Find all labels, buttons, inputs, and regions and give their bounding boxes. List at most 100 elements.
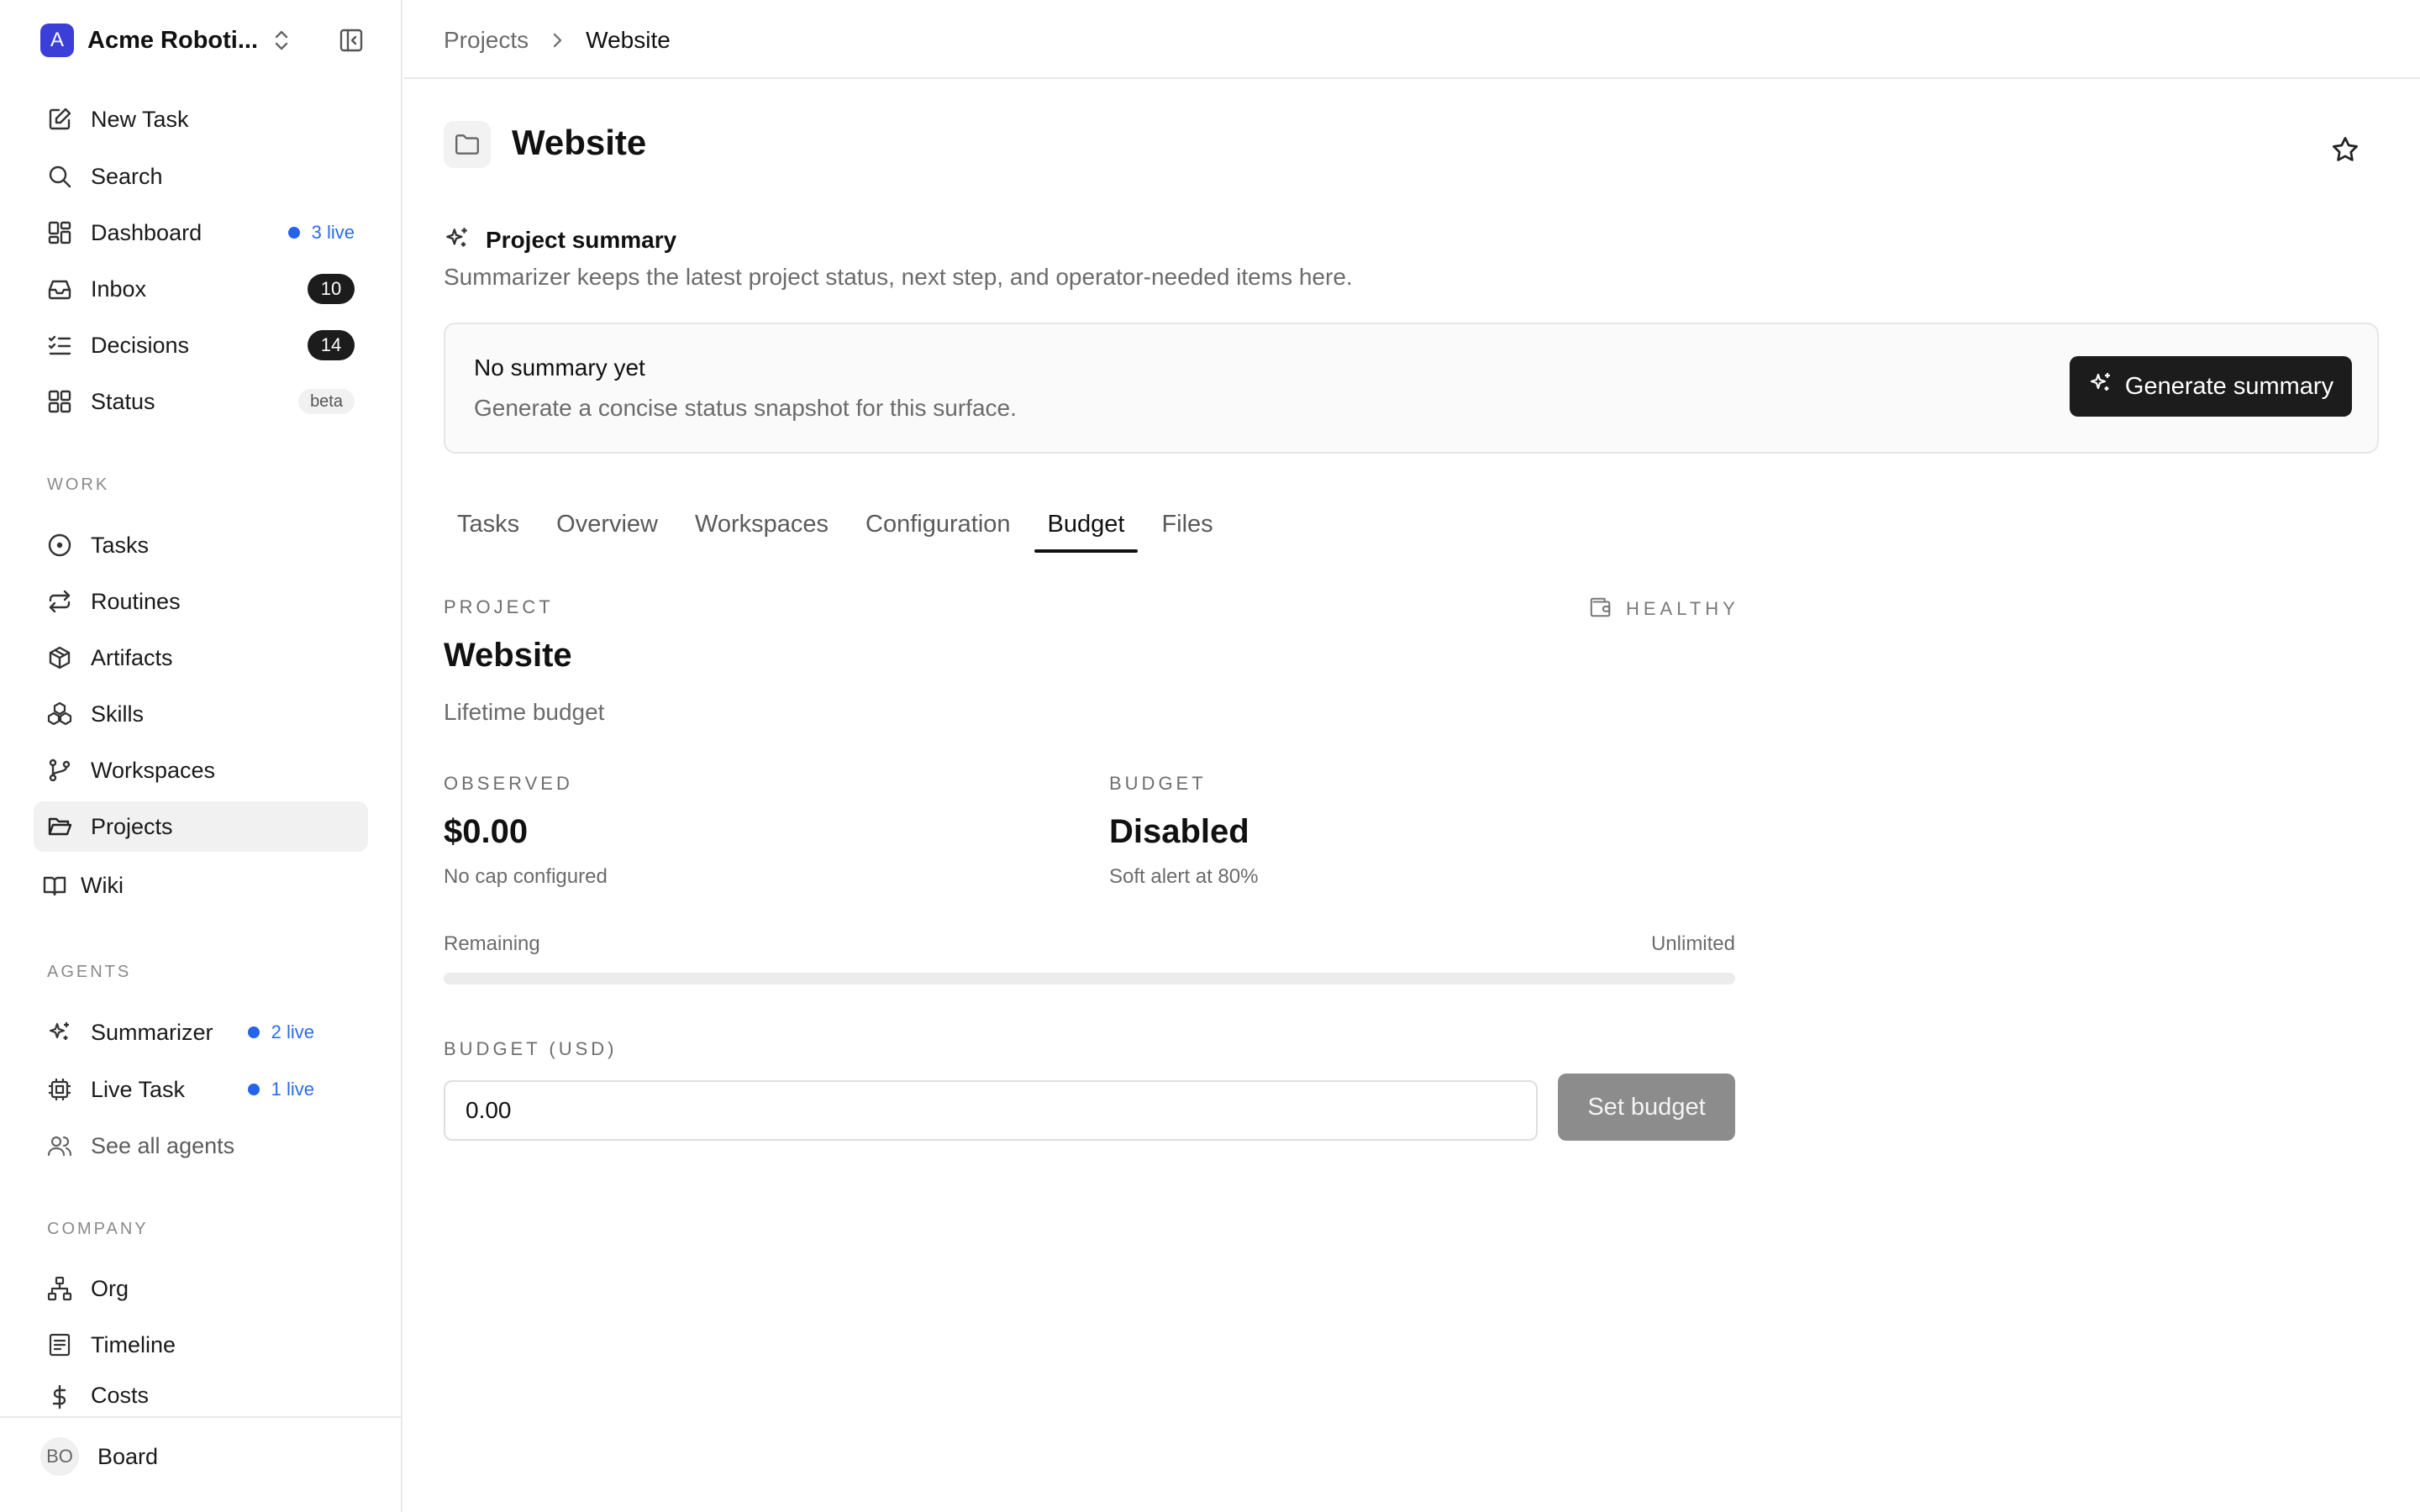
user-menu[interactable]: BO Board <box>40 1436 158 1477</box>
nav-decisions[interactable]: Decisions 14 <box>34 320 368 370</box>
nav-skills[interactable]: Skills <box>34 689 368 739</box>
nav-search[interactable]: Search <box>34 151 368 202</box>
tab-configuration[interactable]: Configuration <box>852 504 1024 554</box>
live-count: 2 live <box>271 1021 314 1042</box>
nav-agent-live-task[interactable]: Live Task 1 live <box>34 1064 368 1115</box>
nav-label: Costs <box>91 1383 150 1408</box>
nav-label: Summarizer <box>91 1019 213 1045</box>
summary-card-title: No summary yet <box>474 354 645 381</box>
folder-icon <box>444 121 491 168</box>
nav-label: Timeline <box>91 1331 176 1357</box>
budget-scope-label: PROJECT <box>444 596 554 617</box>
nav-org[interactable]: Org <box>34 1263 368 1314</box>
circle-dot-icon <box>45 531 74 559</box>
nav-label: Live Task <box>91 1076 186 1102</box>
nav-costs[interactable]: Costs <box>34 1376 368 1413</box>
set-budget-button[interactable]: Set budget <box>1558 1074 1735 1141</box>
avatar: BO <box>40 1437 79 1476</box>
box-icon <box>45 643 74 672</box>
workspace-switcher[interactable]: A Acme Roboti... <box>40 22 368 59</box>
nav-label: Projects <box>91 813 173 839</box>
observed-value: $0.00 <box>444 813 529 850</box>
dollar-icon <box>45 1383 74 1411</box>
page-title: Website <box>512 123 647 162</box>
beta-badge: beta <box>298 389 355 414</box>
nav-see-all-agents[interactable]: See all agents <box>34 1121 368 1171</box>
generate-summary-label: Generate summary <box>2124 372 2334 400</box>
budget-label: BUDGET <box>1109 773 1207 794</box>
budget-health-status: HEALTHY <box>1626 598 1739 619</box>
nav-artifacts[interactable]: Artifacts <box>34 633 368 683</box>
nav-label: Status <box>91 388 155 414</box>
tab-budget[interactable]: Budget <box>1034 504 1139 554</box>
tab-tasks[interactable]: Tasks <box>444 504 533 554</box>
git-branch-icon <box>45 756 74 785</box>
topbar: Projects Website <box>404 0 2420 79</box>
boxes-icon <box>45 700 74 728</box>
folder-open-icon <box>45 812 74 841</box>
nav-label: Decisions <box>91 332 190 358</box>
nav-workspaces[interactable]: Workspaces <box>34 745 368 795</box>
nav-label: Search <box>91 163 163 189</box>
generate-summary-button[interactable]: Generate summary <box>2070 356 2352 417</box>
breadcrumb-projects-link[interactable]: Projects <box>444 27 529 54</box>
summary-card: No summary yet Generate a concise status… <box>444 323 2379 454</box>
observed-label: OBSERVED <box>444 773 573 794</box>
main-content: Website Project summary Summarizer keeps… <box>404 81 2420 1512</box>
live-indicator: 3 live <box>287 222 355 244</box>
wallet-icon <box>1589 596 1612 623</box>
breadcrumb-current: Website <box>586 27 671 53</box>
live-count: 3 live <box>311 222 355 243</box>
live-dot-icon <box>287 227 300 239</box>
section-label-agents: AGENTS <box>47 963 132 981</box>
tab-overview[interactable]: Overview <box>543 504 671 554</box>
section-label-work: WORK <box>47 475 110 494</box>
repeat-icon <box>45 587 74 616</box>
star-icon[interactable] <box>2328 133 2362 166</box>
live-indicator: 1 live <box>247 1079 314 1100</box>
project-summary-header: Project summary <box>444 223 676 257</box>
nav-label: See all agents <box>91 1132 235 1158</box>
live-dot-icon <box>247 1084 260 1095</box>
nav-dashboard[interactable]: Dashboard 3 live <box>34 207 368 258</box>
nav-tasks[interactable]: Tasks <box>34 520 368 570</box>
sidebar: A Acme Roboti... New Task Search Dashboa… <box>0 0 402 1512</box>
org-chart-icon <box>45 1274 74 1303</box>
chevron-right-icon <box>550 30 564 50</box>
budget-usd-input[interactable] <box>444 1080 1538 1141</box>
nav-label: New Task <box>91 106 189 132</box>
budget-kind: Lifetime budget <box>444 699 605 725</box>
remaining-label: Remaining <box>444 932 540 955</box>
nav-label: Artifacts <box>91 644 173 670</box>
decisions-count-badge: 14 <box>308 330 355 360</box>
remaining-value: Unlimited <box>1650 932 1735 955</box>
budget-health: HEALTHY <box>1589 595 1739 623</box>
nav-label: Wiki <box>81 872 124 898</box>
remaining-progress-bar <box>444 973 1735 984</box>
project-summary-title: Project summary <box>486 227 677 253</box>
nav-label: Routines <box>91 588 181 614</box>
nav-projects[interactable]: Projects <box>34 801 368 852</box>
timeline-icon <box>45 1331 74 1359</box>
user-name: Board <box>97 1443 159 1469</box>
project-tabs: Tasks Overview Workspaces Configuration … <box>444 504 1237 554</box>
nav-inbox[interactable]: Inbox 10 <box>34 264 368 314</box>
workspace-logo: A <box>40 24 74 57</box>
live-count: 1 live <box>271 1079 314 1100</box>
nav-new-task[interactable]: New Task <box>34 94 368 144</box>
nav-wiki[interactable]: Wiki <box>34 860 368 911</box>
observed-note: No cap configured <box>444 865 608 888</box>
list-check-icon <box>45 331 74 360</box>
nav-routines[interactable]: Routines <box>34 576 368 627</box>
sidebar-footer: BO Board <box>0 1416 402 1512</box>
sparkles-icon <box>45 1018 74 1047</box>
nav-agent-summarizer[interactable]: Summarizer 2 live <box>34 1007 368 1058</box>
live-indicator: 2 live <box>247 1021 314 1043</box>
collapse-sidebar-icon[interactable] <box>336 25 366 55</box>
nav-status[interactable]: Status beta <box>34 376 368 427</box>
budget-input-label: BUDGET (USD) <box>444 1038 618 1059</box>
tab-workspaces[interactable]: Workspaces <box>681 504 842 554</box>
tab-files[interactable]: Files <box>1148 504 1226 554</box>
nav-timeline[interactable]: Timeline <box>34 1320 368 1370</box>
nav-label: Org <box>91 1275 129 1301</box>
